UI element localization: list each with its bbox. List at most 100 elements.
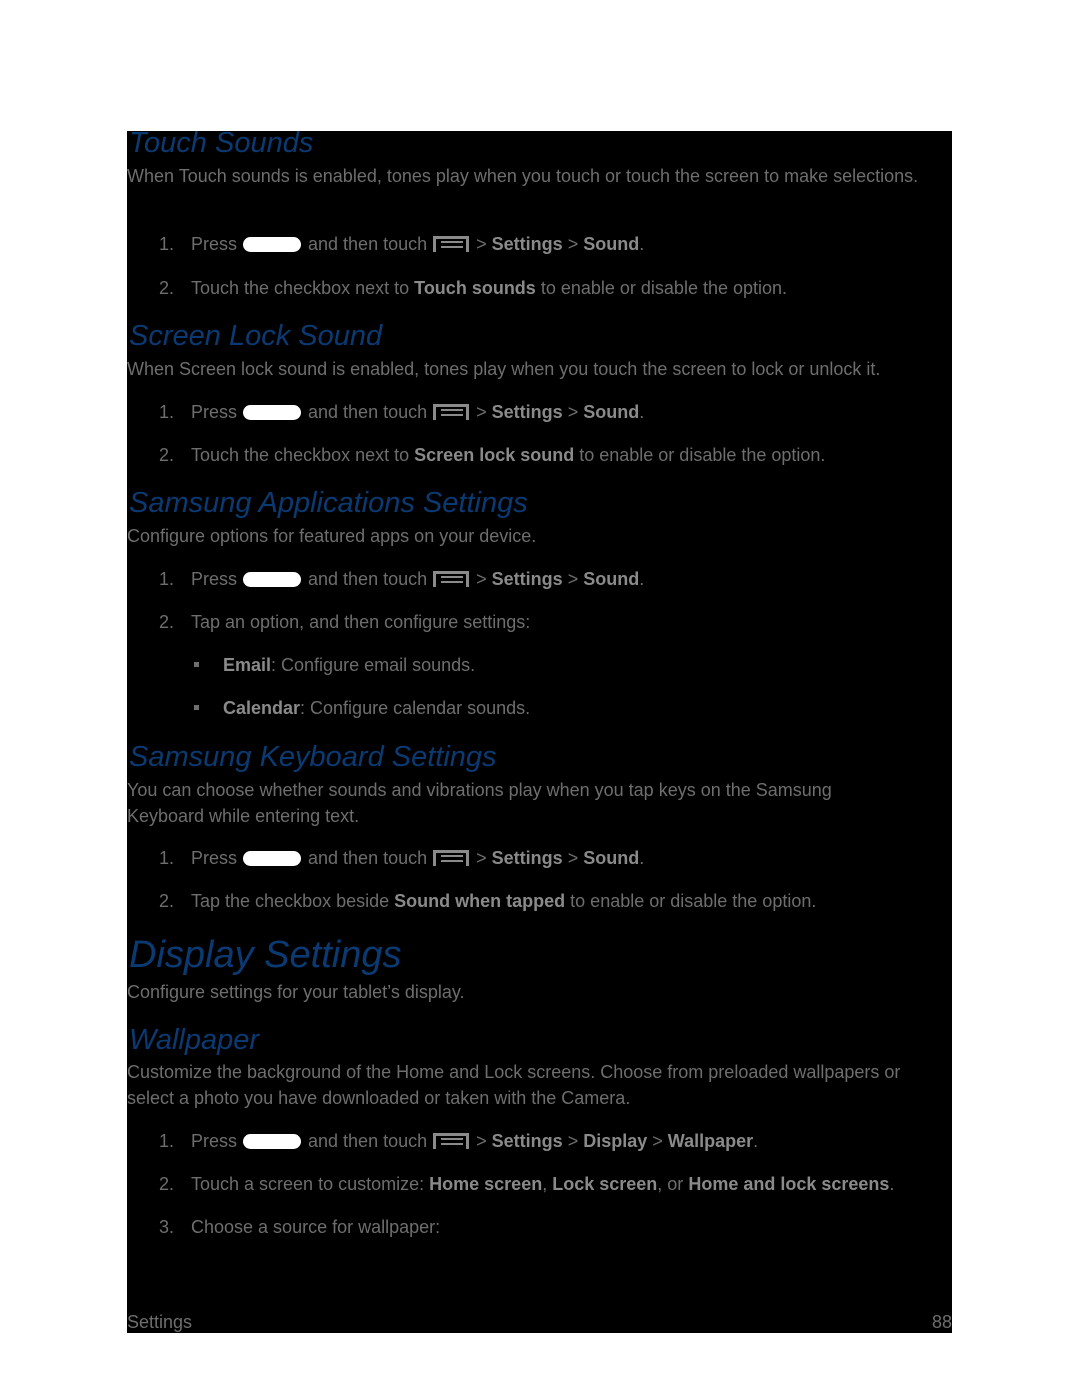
step-text: to enable or disable the option. [570,891,817,911]
page-footer: Settings 88 [127,1311,952,1333]
step-number: 3. [159,1217,175,1237]
step-text: Press [191,402,238,422]
step-text: Press [191,1131,238,1151]
step-number: 2. [159,612,175,632]
step-number: 1. [159,848,175,868]
step: 2. Touch a screen to customize: Home scr… [159,1172,894,1196]
step-text: Press [191,848,238,868]
period: . [753,1131,759,1151]
path-separator: > [567,1131,579,1151]
path-item: Sound [583,234,640,254]
step-text: Tap an option, and then configure settin… [191,612,531,632]
option-name: Lock screen [552,1174,658,1194]
step-text: and then touch [308,848,428,868]
path-separator: > [476,569,487,589]
footer-section-name: Settings [127,1312,193,1332]
path-item: Settings [491,1131,563,1151]
period: . [639,402,645,422]
option-name: Home screen [429,1174,543,1194]
menu-key-icon [433,850,470,866]
path-separator: > [652,1131,663,1151]
home-key-icon [243,1133,302,1149]
step-text: and then touch [308,402,428,422]
option-name: Calendar [223,698,301,718]
step-text: Tap the checkbox beside [191,891,390,911]
home-key-icon [243,404,302,420]
menu-key-icon [433,1133,470,1149]
step: 2. Touch the checkbox next to Screen loc… [159,443,825,467]
step-number: 1. [159,569,175,589]
path-separator: > [567,569,579,589]
heading-touch-sounds: Touch Sounds [129,127,314,159]
path-item: Wallpaper [667,1131,754,1151]
bullet-text: : Configure email sounds. [271,655,476,675]
step-number: 2. [159,891,175,911]
step-text: Touch the checkbox next to [191,445,410,465]
step: 1. Press and then touch > Settings > Sou… [159,232,644,256]
menu-key-icon [433,404,470,420]
period: . [639,234,645,254]
step: 1. Press and then touch > Settings > Sou… [159,567,644,591]
path-separator: > [567,848,579,868]
path-separator: > [476,234,487,254]
period: . [639,569,645,589]
path-separator: > [567,402,579,422]
period: . [889,1174,895,1194]
menu-key-icon [433,236,470,252]
heading-samsung-keyboard-settings: Samsung Keyboard Settings [129,741,497,773]
path-item: Settings [491,848,563,868]
step: 2. Tap the checkbox beside Sound when ta… [159,889,816,913]
step-text: and then touch [308,1131,428,1151]
touch-sounds-description: When Touch sounds is enabled, tones play… [127,166,919,186]
path-item: Sound [583,402,640,422]
option-name: Home and lock screens [688,1174,890,1194]
screen-lock-sound-description: When Screen lock sound is enabled, tones… [127,359,881,379]
menu-key-icon [433,571,470,587]
step: 2. Tap an option, and then configure set… [159,610,530,634]
path-separator: > [567,234,579,254]
heading-samsung-applications-settings: Samsung Applications Settings [129,487,528,519]
samsung-apps-description: Configure options for featured apps on y… [127,526,537,546]
document-page: Touch Sounds When Touch sounds is enable… [127,127,952,1333]
step-text: and then touch [308,234,428,254]
path-separator: > [476,1131,487,1151]
step-text: to enable or disable the option. [540,278,788,298]
step-text: to enable or disable the option. [579,445,826,465]
option-name: Screen lock sound [414,445,575,465]
step-number: 2. [159,1174,175,1194]
wallpaper-description: Customize the background of the Home and… [127,1062,901,1108]
step: 1. Press and then touch > Settings > Dis… [159,1129,758,1153]
option-name: Sound when tapped [394,891,566,911]
bullet-item: Calendar: Configure calendar sounds. [194,696,530,720]
home-key-icon [243,850,302,866]
heading-wallpaper: Wallpaper [129,1024,260,1056]
path-item: Settings [491,569,563,589]
step-text: Press [191,234,238,254]
bullet-icon [194,661,199,667]
step-text: , or [657,1174,684,1194]
heading-screen-lock-sound: Screen Lock Sound [129,320,383,352]
path-item: Display [583,1131,648,1151]
home-key-icon [243,236,302,252]
path-item: Sound [583,848,640,868]
page-number: 88 [931,1312,952,1332]
step-number: 1. [159,1131,175,1151]
path-item: Settings [491,402,563,422]
path-item: Settings [491,234,563,254]
step: 3. Choose a source for wallpaper: [159,1215,440,1239]
step-number: 1. [159,234,175,254]
step-number: 2. [159,445,175,465]
step-text: Touch a screen to customize: [191,1174,425,1194]
step-text: Touch the checkbox next to [191,278,410,298]
path-item: Sound [583,569,640,589]
option-name: Email [223,655,272,675]
step: 2. Touch the checkbox next to Touch soun… [159,276,787,300]
step: 1. Press and then touch > Settings > Sou… [159,400,644,424]
path-separator: > [476,848,487,868]
bullet-text: : Configure calendar sounds. [300,698,531,718]
step: 1. Press and then touch > Settings > Sou… [159,846,644,870]
step-text: Press [191,569,238,589]
option-name: Touch sounds [414,278,536,298]
heading-display-settings: Display Settings [129,934,402,976]
step-text: , [542,1174,548,1194]
